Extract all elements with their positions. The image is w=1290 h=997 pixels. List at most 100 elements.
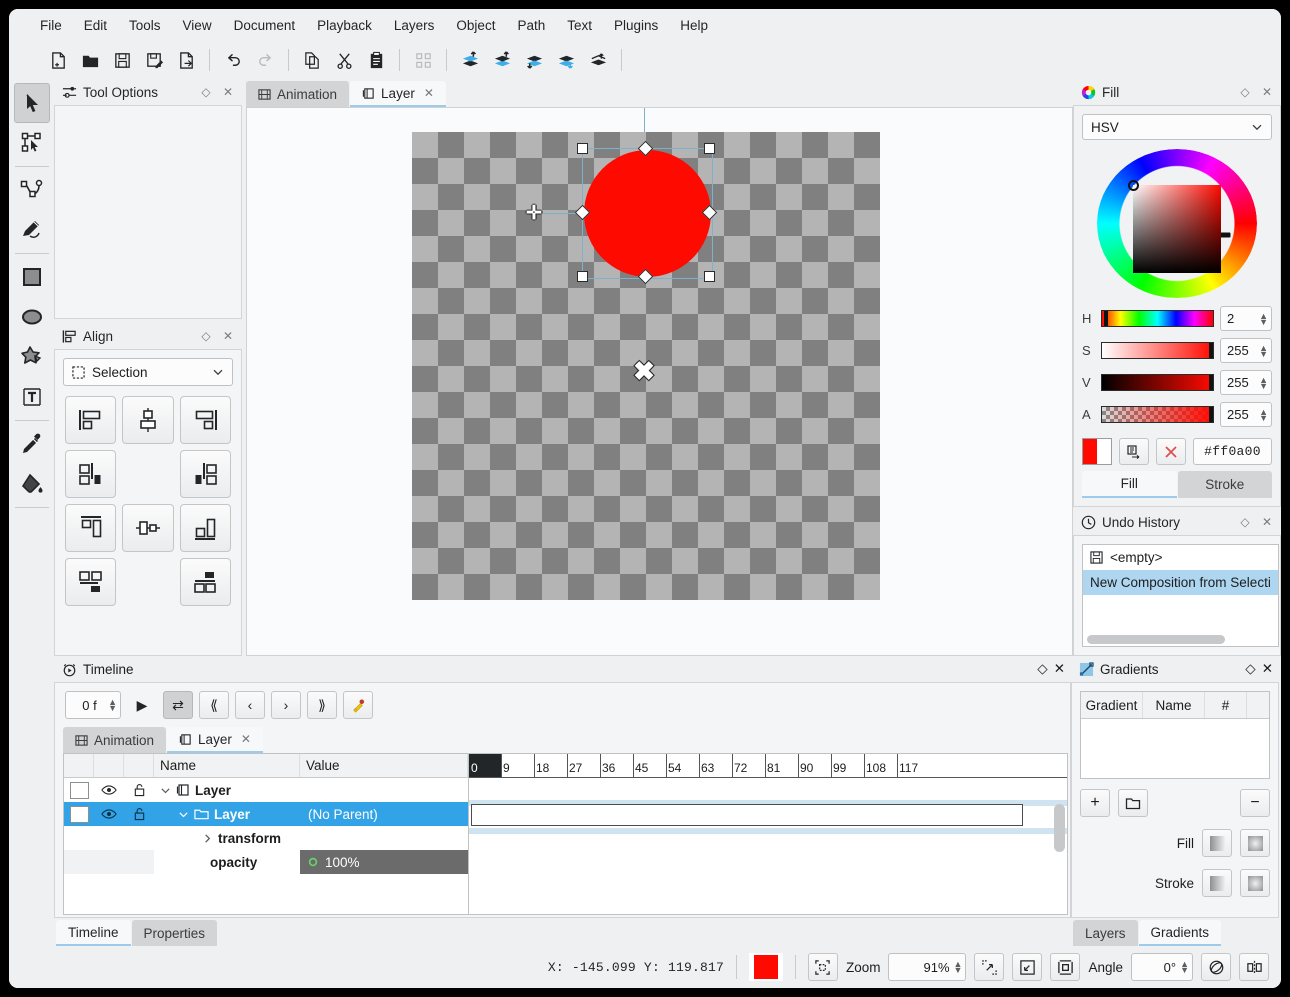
align-right-edges-button[interactable] <box>179 396 231 444</box>
lower-to-bottom-icon[interactable] <box>551 46 581 74</box>
menu-item-edit[interactable]: Edit <box>73 14 118 37</box>
selection-handle-bottom-right[interactable] <box>704 271 715 282</box>
hex-color-input[interactable]: #ff0a00 <box>1193 438 1272 465</box>
current-frame-spinbox[interactable]: 0 f ▲ ▼ <box>65 691 121 719</box>
row-value-cell[interactable]: 100% <box>300 850 468 874</box>
scrollbar-thumb[interactable] <box>1054 804 1065 852</box>
no-color-button[interactable] <box>1156 438 1186 465</box>
gradient-stroke-linear-button[interactable] <box>1202 869 1232 897</box>
copy-icon[interactable] <box>297 46 327 74</box>
lower-icon[interactable] <box>519 46 549 74</box>
save-as-icon[interactable] <box>139 46 169 74</box>
star-tool[interactable] <box>14 337 50 377</box>
align-left-edges-button[interactable] <box>65 396 117 444</box>
new-document-icon[interactable] <box>43 46 73 74</box>
move-layer-icon[interactable] <box>583 46 613 74</box>
hue-slider-thumb[interactable] <box>1104 311 1108 326</box>
spinner-arrows-icon[interactable]: ▲ ▼ <box>1259 311 1268 326</box>
current-color-indicator[interactable] <box>748 953 783 981</box>
timeline-vscrollbar[interactable] <box>1054 804 1065 910</box>
saturation-spinbox[interactable]: 255 ▲ ▼ <box>1220 338 1272 363</box>
column-name[interactable]: Name <box>154 754 300 777</box>
expand-chevron-icon[interactable] <box>178 809 189 820</box>
save-icon[interactable] <box>107 46 137 74</box>
tab-fill[interactable]: Fill <box>1082 471 1177 498</box>
close-panel-icon[interactable]: ✕ <box>1054 661 1065 677</box>
float-panel-icon[interactable]: ◇ <box>1037 661 1047 677</box>
row-checkbox[interactable] <box>64 781 94 799</box>
lock-icon[interactable] <box>124 783 154 797</box>
align-vertical-center-button[interactable] <box>122 504 174 552</box>
close-panel-icon[interactable]: ✕ <box>220 84 236 100</box>
fit-selection-button[interactable] <box>807 953 838 981</box>
rotate-view-button[interactable] <box>1201 953 1231 981</box>
table-row[interactable]: opacity 100% <box>64 850 468 874</box>
menu-item-help[interactable]: Help <box>669 14 719 37</box>
next-frame-button[interactable]: › <box>271 691 301 719</box>
alpha-slider[interactable] <box>1101 406 1214 423</box>
selection-handle-top-left[interactable] <box>577 143 588 154</box>
align-horizontal-center-button[interactable] <box>122 396 174 444</box>
float-panel-icon[interactable]: ◇ <box>198 84 214 100</box>
align-top-to-anchor-button[interactable] <box>65 558 117 606</box>
loop-button[interactable]: ⇄ <box>163 691 193 719</box>
value-spinbox[interactable]: 255 ▲ ▼ <box>1220 370 1272 395</box>
canvas-tab-animation[interactable]: Animation <box>246 81 350 107</box>
pick-color-button[interactable] <box>1119 438 1149 465</box>
bottom-tab-gradients[interactable]: Gradients <box>1138 920 1222 946</box>
alpha-slider-thumb[interactable] <box>1209 407 1213 422</box>
spinner-arrows-icon[interactable]: ▲ ▼ <box>1259 407 1268 422</box>
value-slider-thumb[interactable] <box>1209 375 1213 390</box>
open-folder-icon[interactable] <box>75 46 105 74</box>
text-tool[interactable] <box>14 377 50 417</box>
gradients-table[interactable]: Gradient Name # <box>1080 691 1270 779</box>
pen-tool[interactable] <box>14 170 50 210</box>
spinner-arrows-icon[interactable]: ▲ ▼ <box>1180 960 1189 975</box>
close-icon[interactable]: ✕ <box>424 86 434 100</box>
eyedropper-tool[interactable] <box>14 424 50 464</box>
hue-slider[interactable] <box>1101 310 1214 327</box>
zoom-fit-page-button[interactable] <box>1012 953 1043 981</box>
export-icon[interactable] <box>171 46 201 74</box>
float-panel-icon[interactable]: ◇ <box>1237 84 1253 100</box>
scrollbar-thumb[interactable] <box>1087 635 1226 644</box>
float-panel-icon[interactable]: ◇ <box>198 328 214 344</box>
undo-history-item[interactable]: <empty> <box>1083 545 1278 570</box>
selection-handle-top-right[interactable] <box>704 143 715 154</box>
close-panel-icon[interactable]: ✕ <box>1259 514 1275 530</box>
gradient-stroke-radial-button[interactable] <box>1240 869 1270 897</box>
float-panel-icon[interactable]: ◇ <box>1237 514 1253 530</box>
menu-item-playback[interactable]: Playback <box>306 14 383 37</box>
undo-icon[interactable] <box>218 46 248 74</box>
fill-bucket-tool[interactable] <box>14 464 50 504</box>
column-count[interactable]: # <box>1205 692 1247 718</box>
spinner-arrows-icon[interactable]: ▲ ▼ <box>1259 375 1268 390</box>
saturation-slider[interactable] <box>1101 342 1214 359</box>
select-tool[interactable] <box>13 83 50 123</box>
column-name[interactable]: Name <box>1143 692 1205 718</box>
alpha-spinbox[interactable]: 255 ▲ ▼ <box>1220 402 1272 427</box>
raise-icon[interactable] <box>487 46 517 74</box>
color-wheel[interactable] <box>1097 149 1257 298</box>
zoom-spinbox[interactable]: 91% ▲ ▼ <box>888 953 967 981</box>
menu-item-object[interactable]: Object <box>445 14 506 37</box>
align-target-select[interactable]: Selection <box>63 358 233 386</box>
tab-stroke[interactable]: Stroke <box>1177 471 1272 498</box>
add-keyframe-button[interactable] <box>343 691 373 719</box>
color-model-select[interactable]: HSV <box>1082 114 1272 141</box>
gradient-fill-radial-button[interactable] <box>1240 829 1270 857</box>
timeline-tab-layer[interactable]: Layer ✕ <box>167 727 263 753</box>
bottom-tab-properties[interactable]: Properties <box>131 920 218 946</box>
rectangle-tool[interactable] <box>14 257 50 297</box>
gradient-fill-linear-button[interactable] <box>1202 829 1232 857</box>
spinner-arrows-icon[interactable]: ▲ ▼ <box>108 698 117 713</box>
add-gradient-button[interactable]: + <box>1080 789 1110 817</box>
first-frame-button[interactable]: ⟪ <box>199 691 229 719</box>
selection-handle-bottom-left[interactable] <box>577 271 588 282</box>
timeline-ruler[interactable]: 0 9 18 27 36 45 54 63 72 81 90 99 108 11… <box>469 754 1067 778</box>
play-button[interactable]: ▶ <box>127 691 157 719</box>
align-right-to-anchor-button[interactable] <box>179 450 231 498</box>
expand-chevron-icon[interactable] <box>160 785 171 796</box>
close-panel-icon[interactable]: ✕ <box>1262 661 1273 677</box>
load-gradient-button[interactable] <box>1118 789 1148 817</box>
